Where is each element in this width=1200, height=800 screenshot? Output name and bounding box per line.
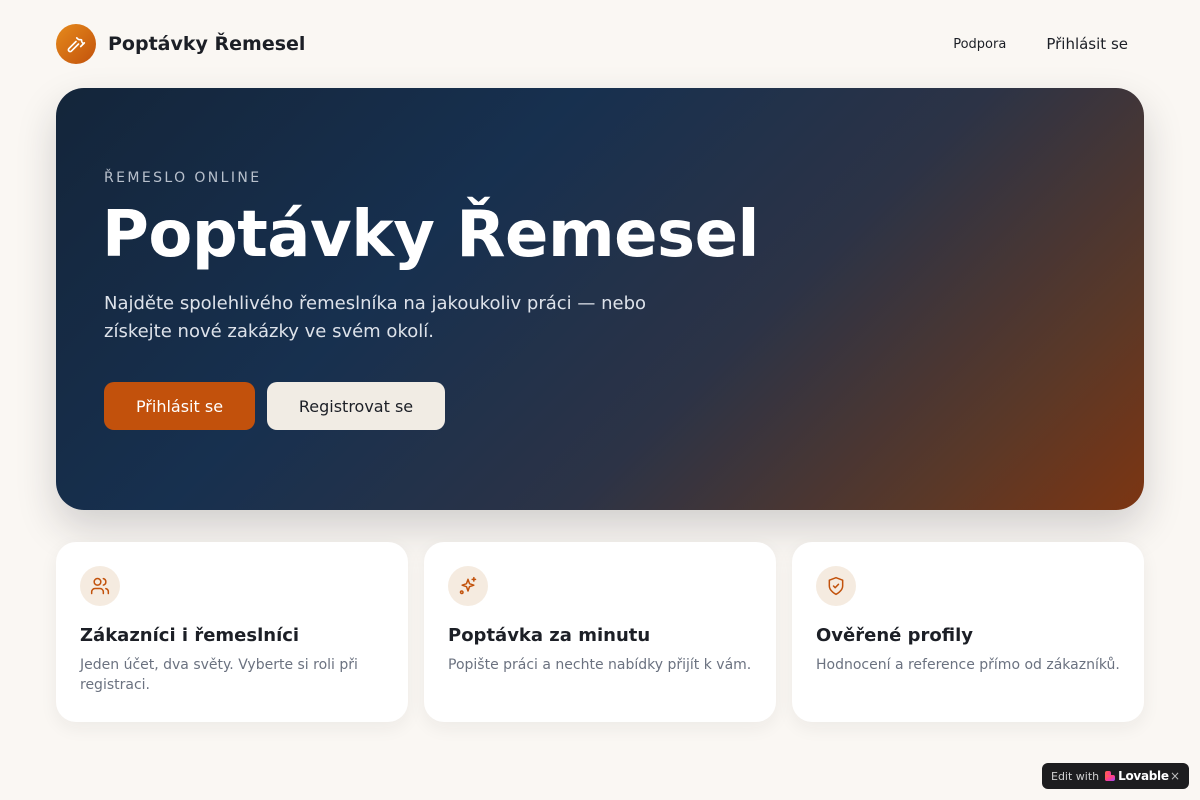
- register-button[interactable]: Registrovat se: [267, 382, 445, 430]
- shield-check-icon: [816, 566, 856, 606]
- header-login-button[interactable]: Přihlásit se: [1030, 27, 1144, 61]
- brand-name: Poptávky Řemesel: [108, 33, 306, 55]
- sparkles-icon: [448, 566, 488, 606]
- feature-card-roles: Zákazníci i řemeslníci Jeden účet, dva s…: [56, 542, 408, 722]
- edit-with-lovable-badge[interactable]: Edit with Lovable ×: [1042, 763, 1189, 789]
- feature-title: Poptávka za minutu: [448, 625, 651, 646]
- hero-banner: ŘEMESLO ONLINE Poptávky Řemesel Najděte …: [56, 88, 1144, 510]
- feature-card-verified: Ověřené profily Hodnocení a reference př…: [792, 542, 1144, 722]
- feature-text: Popište práci a nechte nabídky přijít k …: [448, 657, 752, 673]
- badge-prefix: Edit with: [1051, 769, 1100, 783]
- badge-brand-name: Lovable: [1118, 769, 1169, 783]
- hero-description: Najděte spolehlivého řemeslníka na jakou…: [104, 293, 647, 342]
- top-nav: Podpora Přihlásit se: [937, 27, 1144, 61]
- users-icon: [80, 566, 120, 606]
- lovable-heart-icon: [1105, 771, 1116, 781]
- badge-close-icon[interactable]: ×: [1170, 769, 1180, 783]
- feature-title: Zákazníci i řemeslníci: [80, 625, 300, 646]
- support-link[interactable]: Podpora: [937, 29, 1022, 60]
- hero-eyebrow: ŘEMESLO ONLINE: [104, 170, 262, 186]
- lovable-logo: Lovable: [1105, 769, 1169, 783]
- feature-text: Jeden účet, dva světy. Vyberte si roli p…: [80, 657, 358, 693]
- hammer-icon: [56, 24, 96, 64]
- brand[interactable]: Poptávky Řemesel: [56, 24, 305, 64]
- feature-card-quick-request: Poptávka za minutu Popište práci a necht…: [424, 542, 776, 722]
- feature-text: Hodnocení a reference přímo od zákazníků…: [816, 657, 1120, 673]
- login-button[interactable]: Přihlásit se: [104, 382, 255, 430]
- feature-title: Ověřené profily: [816, 625, 973, 646]
- top-header: Poptávky Řemesel Podpora Přihlásit se: [56, 24, 1144, 64]
- hero-title: Poptávky Řemesel: [102, 198, 759, 272]
